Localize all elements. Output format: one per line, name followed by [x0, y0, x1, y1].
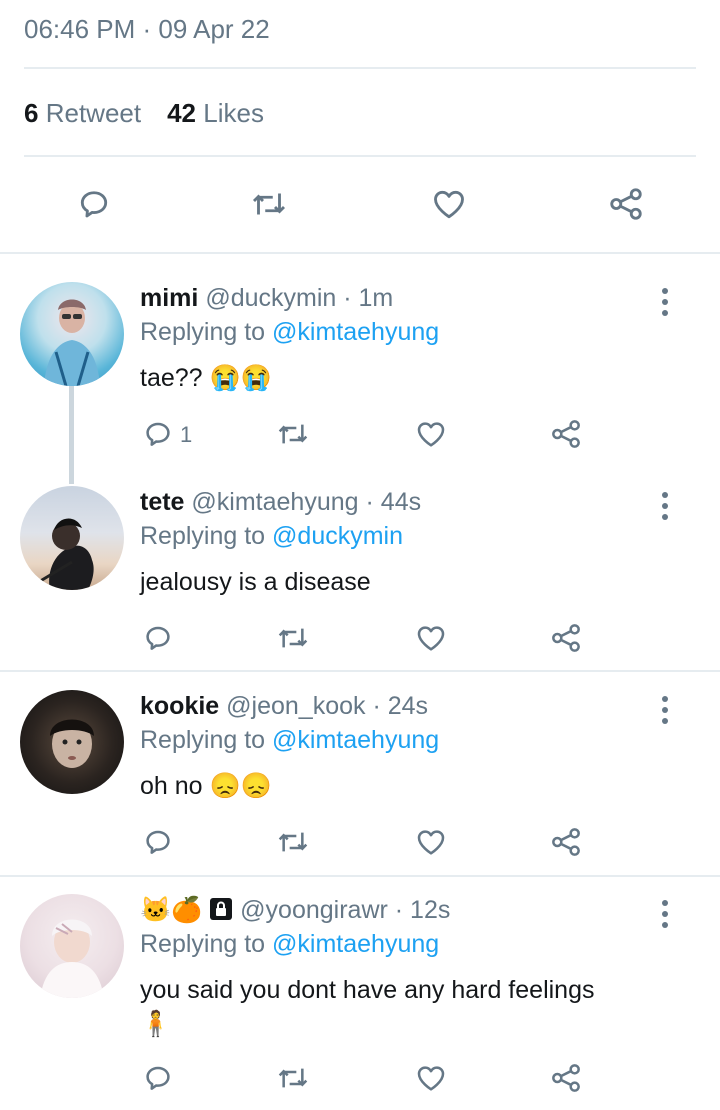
share-icon[interactable] — [550, 826, 582, 858]
reply-text: oh no 😞😞 — [140, 772, 272, 801]
reply-time: · 44s — [365, 488, 422, 516]
more-options-icon[interactable] — [658, 696, 672, 726]
retweet-icon[interactable] — [276, 622, 310, 654]
user-handle[interactable]: @kimtaehyung — [191, 488, 358, 516]
divider — [24, 155, 696, 157]
reply-text: tae?? 😭😭 — [140, 364, 272, 393]
standing-person-emoji: 🧍 — [140, 1010, 172, 1038]
more-options-icon[interactable] — [658, 900, 672, 930]
reply-text: jealousy is a disease — [140, 568, 371, 596]
reply-text: you said you dont have any hard feelings — [140, 976, 595, 1004]
retweet-icon[interactable] — [276, 418, 310, 450]
reply-time: · 1m — [343, 284, 394, 312]
replying-to-line: Replying to @kimtaehyung — [140, 726, 439, 755]
reply-text-content: oh no — [140, 772, 203, 800]
more-options-icon[interactable] — [658, 288, 672, 318]
reply-icon[interactable] — [142, 418, 174, 450]
reply-tweet[interactable]: tete @kimtaehyung · 44s Replying to @duc… — [0, 484, 720, 670]
replying-to-label: Replying to — [140, 930, 266, 958]
reply-header: 🐱🍊 @yoongirawr · 12s — [140, 896, 450, 925]
heart-icon[interactable] — [430, 186, 468, 222]
heart-icon[interactable] — [414, 418, 448, 450]
reply-icon[interactable] — [142, 622, 174, 654]
share-icon[interactable] — [550, 418, 582, 450]
replying-to-handle[interactable]: @kimtaehyung — [272, 930, 439, 958]
reply-header: kookie @jeon_kook · 24s — [140, 692, 428, 721]
replying-to-line: Replying to @kimtaehyung — [140, 318, 439, 347]
avatar[interactable] — [20, 690, 124, 794]
replying-to-handle[interactable]: @duckymin — [272, 522, 403, 550]
likes-label: Likes — [203, 98, 264, 128]
reply-text-content: tae?? — [140, 364, 203, 392]
replying-to-handle[interactable]: @kimtaehyung — [272, 726, 439, 754]
avatar[interactable] — [20, 486, 124, 590]
user-handle[interactable]: @yoongirawr — [240, 896, 388, 924]
reply-time: · 24s — [372, 692, 429, 720]
lock-icon — [209, 897, 233, 921]
reply-header: mimi @duckymin · 1m — [140, 284, 393, 313]
reply-time: · 12s — [394, 896, 451, 924]
share-icon[interactable] — [550, 622, 582, 654]
user-handle[interactable]: @jeon_kook — [226, 692, 365, 720]
heart-icon[interactable] — [414, 826, 448, 858]
avatar[interactable] — [20, 894, 124, 998]
retweet-icon[interactable] — [276, 826, 310, 858]
retweet-icon[interactable] — [276, 1062, 310, 1094]
replying-to-label: Replying to — [140, 522, 266, 550]
retweet-icon[interactable] — [250, 186, 288, 222]
divider — [24, 67, 696, 69]
retweet-stat[interactable]: 6 Retweet — [24, 98, 141, 128]
reply-header: tete @kimtaehyung · 44s — [140, 488, 421, 517]
display-name[interactable]: tete — [140, 488, 184, 516]
reply-tweet[interactable]: 🐱🍊 @yoongirawr · 12s Replying to @kimtae… — [0, 892, 720, 1110]
divider — [0, 252, 720, 254]
heart-icon[interactable] — [414, 622, 448, 654]
likes-stat[interactable]: 42 Likes — [167, 98, 264, 128]
replying-to-handle[interactable]: @kimtaehyung — [272, 318, 439, 346]
replying-to-label: Replying to — [140, 726, 266, 754]
more-options-icon[interactable] — [658, 492, 672, 522]
share-icon[interactable] — [608, 186, 644, 222]
disappointed-emoji: 😞😞 — [209, 772, 272, 800]
tweet-stats: 6 Retweet 42 Likes — [24, 98, 264, 129]
reply-icon[interactable] — [142, 826, 174, 858]
user-handle[interactable]: @duckymin — [205, 284, 336, 312]
tweet-action-bar — [0, 180, 720, 230]
divider — [0, 875, 720, 877]
crying-emoji: 😭😭 — [209, 364, 272, 392]
heart-icon[interactable] — [414, 1062, 448, 1094]
display-name[interactable]: mimi — [140, 284, 198, 312]
replying-to-label: Replying to — [140, 318, 266, 346]
share-icon[interactable] — [550, 1062, 582, 1094]
reply-count: 1 — [180, 422, 193, 447]
divider — [0, 670, 720, 672]
reply-tweet[interactable]: mimi @duckymin · 1m Replying to @kimtaeh… — [0, 280, 720, 470]
reply-icon[interactable] — [76, 186, 112, 222]
likes-count: 42 — [167, 98, 197, 128]
avatar[interactable] — [20, 282, 124, 386]
display-name-emoji[interactable]: 🐱🍊 — [140, 896, 202, 924]
replying-to-line: Replying to @duckymin — [140, 522, 403, 551]
replying-to-line: Replying to @kimtaehyung — [140, 930, 439, 959]
retweet-count: 6 — [24, 98, 39, 128]
retweet-label: Retweet — [45, 98, 142, 128]
tweet-timestamp: 06:46 PM · 09 Apr 22 — [24, 14, 270, 44]
display-name[interactable]: kookie — [140, 692, 219, 720]
reply-tweet[interactable]: kookie @jeon_kook · 24s Replying to @kim… — [0, 688, 720, 874]
reply-icon[interactable] — [142, 1062, 174, 1094]
